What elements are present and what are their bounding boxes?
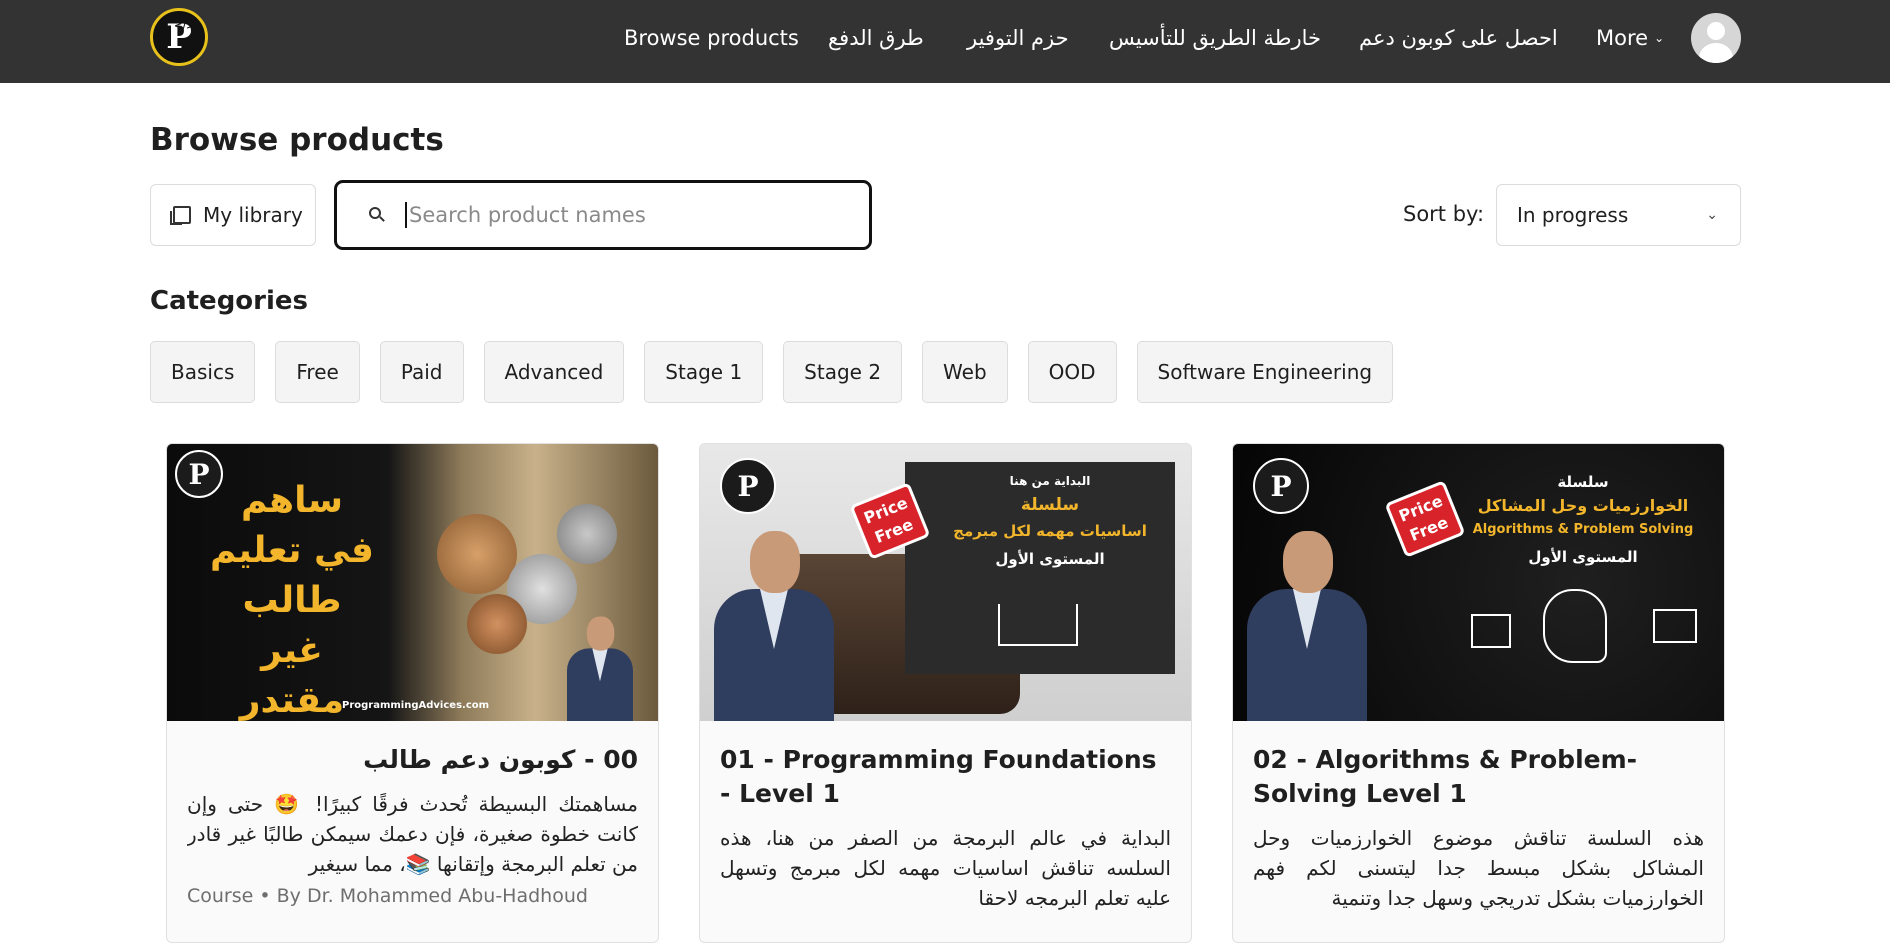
sort-dropdown[interactable]: In progress ⌄ bbox=[1496, 184, 1741, 246]
category-chip-stage-2[interactable]: Stage 2 bbox=[783, 341, 903, 403]
thumbnail-line: المستوى الأول bbox=[995, 550, 1105, 568]
top-navigation-bar: </> P Browse products طرق الدفع حزم التو… bbox=[0, 0, 1890, 83]
search-icon bbox=[367, 205, 387, 225]
nav-support-coupon[interactable]: احصل على كوبون دعم bbox=[1359, 26, 1558, 50]
library-icon bbox=[170, 206, 191, 225]
avatar-body bbox=[1699, 43, 1733, 63]
categories-heading: Categories bbox=[150, 286, 309, 316]
photo-head bbox=[586, 616, 615, 651]
nav-more[interactable]: More ⌄ bbox=[1596, 26, 1664, 50]
nav-roadmap[interactable]: خارطة الطريق للتأسيس bbox=[1109, 26, 1321, 50]
user-avatar[interactable] bbox=[1691, 13, 1741, 63]
thumbnail-footer: ProgrammingAdvices.com bbox=[342, 700, 490, 711]
category-chip-software-engineering[interactable]: Software Engineering bbox=[1136, 341, 1394, 403]
thumbnail-headline: سلسلة الخوارزميات وحل المشاكل Algorithms… bbox=[1453, 470, 1713, 572]
head-idea-icon bbox=[1543, 589, 1607, 663]
code-icon: </> bbox=[174, 21, 195, 32]
nav-browse-products[interactable]: Browse products bbox=[624, 26, 799, 50]
thumbnail-line: مقتدر bbox=[239, 680, 345, 721]
card-description: مساهمتك البسيطة تُحدث فرقًا كبيرًا! 🤩 حت… bbox=[187, 792, 638, 876]
avatar-head bbox=[1707, 22, 1725, 40]
thumbnail-headline: ساهم في تعليم طالب غير مقتدر bbox=[207, 476, 377, 721]
card-meta: Course • By Dr. Mohammed Abu-Hadhoud bbox=[187, 885, 588, 907]
category-chip-paid[interactable]: Paid bbox=[379, 341, 464, 403]
card-title[interactable]: 00 - كوبون دعم طالب bbox=[187, 743, 638, 777]
thumbnail-line: في تعليم bbox=[210, 530, 374, 571]
instructor-photo bbox=[567, 616, 633, 721]
instructor-photo bbox=[714, 531, 834, 721]
category-chips: Basics Free Paid Advanced Stage 1 Stage … bbox=[150, 341, 1394, 403]
thumbnail-line: اساسيات مهمه لكل مبرمج bbox=[953, 522, 1147, 540]
my-library-button[interactable]: My library bbox=[150, 184, 316, 246]
flowchart-icon bbox=[1471, 614, 1511, 648]
card-title[interactable]: 02 - Algorithms & Problem-Solving Level … bbox=[1253, 743, 1704, 811]
search-box[interactable] bbox=[334, 180, 872, 250]
photo-head bbox=[1283, 531, 1333, 593]
category-chip-web[interactable]: Web bbox=[922, 341, 1008, 403]
sort-label: Sort by: bbox=[1403, 202, 1485, 226]
category-chip-basics[interactable]: Basics bbox=[150, 341, 256, 403]
instructor-photo bbox=[1247, 531, 1367, 721]
thumbnail-line: طالب غير bbox=[242, 580, 342, 671]
coin-icon bbox=[557, 504, 617, 564]
chevron-down-icon: ⌄ bbox=[1654, 31, 1665, 45]
card-description: هذه السلسة تناقش موضوع الخوارزميات وحل ا… bbox=[1253, 826, 1704, 910]
page-title: Browse products bbox=[150, 122, 444, 158]
thumbnail-line: البداية من هنا bbox=[1009, 474, 1091, 488]
nav-more-label: More bbox=[1596, 26, 1649, 50]
site-logo[interactable]: </> P bbox=[150, 8, 208, 66]
sort-selected-value: In progress bbox=[1517, 203, 1629, 227]
product-card[interactable]: P Price Free سلسلة الخوارزميات وحل المشا… bbox=[1232, 443, 1725, 943]
category-chip-ood[interactable]: OOD bbox=[1027, 341, 1117, 403]
thumbnail-line: الخوارزميات وحل المشاكل bbox=[1477, 496, 1689, 515]
category-chip-advanced[interactable]: Advanced bbox=[483, 341, 625, 403]
product-card[interactable]: P ساهم في تعليم طالب غير مقتدر Programmi… bbox=[166, 443, 659, 943]
photo-head bbox=[750, 531, 800, 593]
thumbnail-line: المستوى الأول bbox=[1528, 548, 1638, 566]
coin-icon bbox=[437, 514, 517, 594]
product-card[interactable]: P Price Free البداية من هنا سلسلة اساسيا… bbox=[699, 443, 1192, 943]
card-description: البداية في عالم البرمجة من الصفر من هنا،… bbox=[720, 826, 1171, 910]
chevron-down-icon: ⌄ bbox=[1706, 207, 1718, 223]
nav-bundles[interactable]: حزم التوفير bbox=[967, 26, 1069, 50]
brand-logo-icon: P bbox=[1253, 458, 1309, 514]
category-chip-free[interactable]: Free bbox=[275, 341, 360, 403]
thumbnail-line: سلسلة bbox=[1557, 473, 1609, 491]
thumbnail-line: Algorithms & Problem Solving bbox=[1472, 522, 1694, 537]
thumbnail-line: سلسلة bbox=[1020, 495, 1080, 515]
my-library-label: My library bbox=[203, 203, 303, 227]
flowchart-icon bbox=[1653, 609, 1697, 643]
nav-payment-methods[interactable]: طرق الدفع bbox=[828, 26, 924, 50]
brand-logo-icon: P bbox=[720, 458, 776, 514]
coin-icon bbox=[467, 594, 527, 654]
thumbnail-line: ساهم bbox=[240, 480, 344, 521]
brick-trowel-icon bbox=[998, 604, 1078, 646]
product-thumbnail: P Price Free البداية من هنا سلسلة اساسيا… bbox=[700, 444, 1191, 721]
product-thumbnail: P Price Free سلسلة الخوارزميات وحل المشا… bbox=[1233, 444, 1724, 721]
product-thumbnail: P ساهم في تعليم طالب غير مقتدر Programmi… bbox=[167, 444, 658, 721]
thumbnail-headline: البداية من هنا سلسلة اساسيات مهمه لكل مب… bbox=[940, 470, 1160, 574]
search-input[interactable] bbox=[405, 202, 851, 228]
category-chip-stage-1[interactable]: Stage 1 bbox=[644, 341, 764, 403]
card-title[interactable]: 01 - Programming Foundations - Level 1 bbox=[720, 743, 1171, 811]
